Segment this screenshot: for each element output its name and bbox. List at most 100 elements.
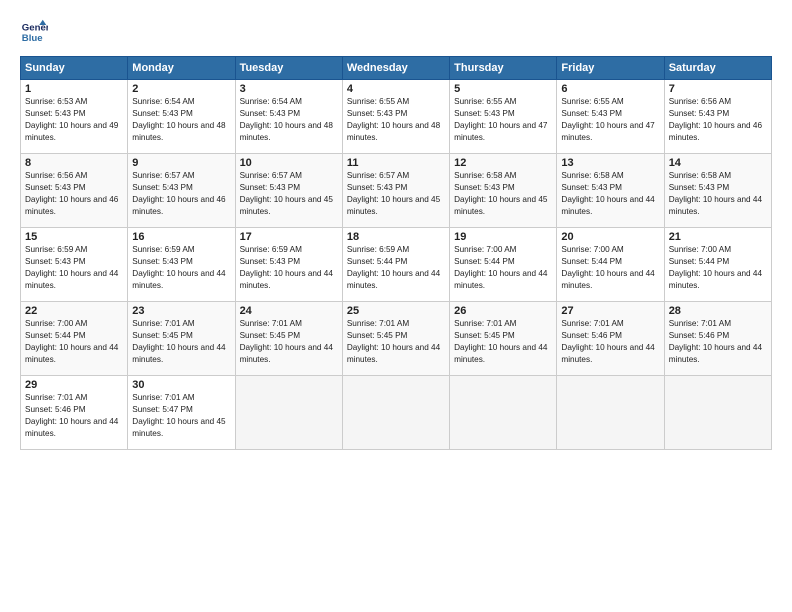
- day-number: 14: [669, 157, 767, 169]
- day-info: Sunrise: 6:55 AMSunset: 5:43 PMDaylight:…: [454, 96, 552, 144]
- day-cell: 4Sunrise: 6:55 AMSunset: 5:43 PMDaylight…: [342, 80, 449, 154]
- day-info: Sunrise: 6:58 AMSunset: 5:43 PMDaylight:…: [561, 170, 659, 218]
- day-info: Sunrise: 7:00 AMSunset: 5:44 PMDaylight:…: [25, 318, 123, 366]
- day-number: 23: [132, 305, 230, 317]
- day-number: 22: [25, 305, 123, 317]
- day-info: Sunrise: 6:59 AMSunset: 5:43 PMDaylight:…: [132, 244, 230, 292]
- day-info: Sunrise: 6:56 AMSunset: 5:43 PMDaylight:…: [669, 96, 767, 144]
- day-info: Sunrise: 6:57 AMSunset: 5:43 PMDaylight:…: [347, 170, 445, 218]
- day-number: 19: [454, 231, 552, 243]
- day-cell: [235, 376, 342, 450]
- day-info: Sunrise: 7:01 AMSunset: 5:45 PMDaylight:…: [454, 318, 552, 366]
- day-cell: 14Sunrise: 6:58 AMSunset: 5:43 PMDayligh…: [664, 154, 771, 228]
- day-number: 9: [132, 157, 230, 169]
- day-number: 26: [454, 305, 552, 317]
- day-info: Sunrise: 7:00 AMSunset: 5:44 PMDaylight:…: [561, 244, 659, 292]
- day-number: 12: [454, 157, 552, 169]
- day-info: Sunrise: 7:01 AMSunset: 5:45 PMDaylight:…: [132, 318, 230, 366]
- day-number: 30: [132, 379, 230, 391]
- calendar-table: Sunday Monday Tuesday Wednesday Thursday…: [20, 56, 772, 450]
- day-cell: 26Sunrise: 7:01 AMSunset: 5:45 PMDayligh…: [450, 302, 557, 376]
- day-cell: 9Sunrise: 6:57 AMSunset: 5:43 PMDaylight…: [128, 154, 235, 228]
- day-number: 13: [561, 157, 659, 169]
- day-number: 25: [347, 305, 445, 317]
- day-number: 1: [25, 83, 123, 95]
- day-number: 3: [240, 83, 338, 95]
- day-number: 24: [240, 305, 338, 317]
- day-cell: 25Sunrise: 7:01 AMSunset: 5:45 PMDayligh…: [342, 302, 449, 376]
- week-row-2: 8Sunrise: 6:56 AMSunset: 5:43 PMDaylight…: [21, 154, 772, 228]
- day-info: Sunrise: 7:01 AMSunset: 5:46 PMDaylight:…: [25, 392, 123, 440]
- day-info: Sunrise: 7:01 AMSunset: 5:46 PMDaylight:…: [561, 318, 659, 366]
- day-number: 2: [132, 83, 230, 95]
- day-info: Sunrise: 7:01 AMSunset: 5:46 PMDaylight:…: [669, 318, 767, 366]
- day-info: Sunrise: 6:57 AMSunset: 5:43 PMDaylight:…: [240, 170, 338, 218]
- day-cell: 2Sunrise: 6:54 AMSunset: 5:43 PMDaylight…: [128, 80, 235, 154]
- day-number: 20: [561, 231, 659, 243]
- day-info: Sunrise: 7:01 AMSunset: 5:45 PMDaylight:…: [240, 318, 338, 366]
- day-cell: [342, 376, 449, 450]
- day-info: Sunrise: 6:54 AMSunset: 5:43 PMDaylight:…: [240, 96, 338, 144]
- day-number: 5: [454, 83, 552, 95]
- day-cell: 8Sunrise: 6:56 AMSunset: 5:43 PMDaylight…: [21, 154, 128, 228]
- svg-text:Blue: Blue: [22, 33, 43, 44]
- day-cell: 7Sunrise: 6:56 AMSunset: 5:43 PMDaylight…: [664, 80, 771, 154]
- day-info: Sunrise: 6:55 AMSunset: 5:43 PMDaylight:…: [347, 96, 445, 144]
- day-number: 7: [669, 83, 767, 95]
- day-cell: 16Sunrise: 6:59 AMSunset: 5:43 PMDayligh…: [128, 228, 235, 302]
- th-thursday: Thursday: [450, 57, 557, 80]
- day-info: Sunrise: 6:57 AMSunset: 5:43 PMDaylight:…: [132, 170, 230, 218]
- day-info: Sunrise: 6:55 AMSunset: 5:43 PMDaylight:…: [561, 96, 659, 144]
- day-info: Sunrise: 6:58 AMSunset: 5:43 PMDaylight:…: [454, 170, 552, 218]
- day-cell: 5Sunrise: 6:55 AMSunset: 5:43 PMDaylight…: [450, 80, 557, 154]
- day-cell: 13Sunrise: 6:58 AMSunset: 5:43 PMDayligh…: [557, 154, 664, 228]
- day-number: 17: [240, 231, 338, 243]
- day-number: 4: [347, 83, 445, 95]
- day-info: Sunrise: 6:59 AMSunset: 5:44 PMDaylight:…: [347, 244, 445, 292]
- day-cell: [557, 376, 664, 450]
- day-cell: 23Sunrise: 7:01 AMSunset: 5:45 PMDayligh…: [128, 302, 235, 376]
- day-number: 10: [240, 157, 338, 169]
- logo-icon: General Blue: [20, 18, 48, 46]
- day-cell: [664, 376, 771, 450]
- week-row-5: 29Sunrise: 7:01 AMSunset: 5:46 PMDayligh…: [21, 376, 772, 450]
- week-row-3: 15Sunrise: 6:59 AMSunset: 5:43 PMDayligh…: [21, 228, 772, 302]
- day-info: Sunrise: 7:00 AMSunset: 5:44 PMDaylight:…: [454, 244, 552, 292]
- day-cell: 29Sunrise: 7:01 AMSunset: 5:46 PMDayligh…: [21, 376, 128, 450]
- day-number: 21: [669, 231, 767, 243]
- week-row-1: 1Sunrise: 6:53 AMSunset: 5:43 PMDaylight…: [21, 80, 772, 154]
- logo: General Blue: [20, 18, 52, 46]
- day-number: 16: [132, 231, 230, 243]
- th-sunday: Sunday: [21, 57, 128, 80]
- week-row-4: 22Sunrise: 7:00 AMSunset: 5:44 PMDayligh…: [21, 302, 772, 376]
- day-cell: 18Sunrise: 6:59 AMSunset: 5:44 PMDayligh…: [342, 228, 449, 302]
- header: General Blue: [20, 18, 772, 46]
- day-cell: 3Sunrise: 6:54 AMSunset: 5:43 PMDaylight…: [235, 80, 342, 154]
- day-cell: 10Sunrise: 6:57 AMSunset: 5:43 PMDayligh…: [235, 154, 342, 228]
- day-cell: 21Sunrise: 7:00 AMSunset: 5:44 PMDayligh…: [664, 228, 771, 302]
- th-tuesday: Tuesday: [235, 57, 342, 80]
- day-info: Sunrise: 6:56 AMSunset: 5:43 PMDaylight:…: [25, 170, 123, 218]
- day-number: 15: [25, 231, 123, 243]
- th-wednesday: Wednesday: [342, 57, 449, 80]
- day-cell: 19Sunrise: 7:00 AMSunset: 5:44 PMDayligh…: [450, 228, 557, 302]
- day-cell: 20Sunrise: 7:00 AMSunset: 5:44 PMDayligh…: [557, 228, 664, 302]
- day-number: 8: [25, 157, 123, 169]
- day-info: Sunrise: 7:01 AMSunset: 5:47 PMDaylight:…: [132, 392, 230, 440]
- day-cell: 17Sunrise: 6:59 AMSunset: 5:43 PMDayligh…: [235, 228, 342, 302]
- day-cell: 6Sunrise: 6:55 AMSunset: 5:43 PMDaylight…: [557, 80, 664, 154]
- day-number: 29: [25, 379, 123, 391]
- day-cell: 12Sunrise: 6:58 AMSunset: 5:43 PMDayligh…: [450, 154, 557, 228]
- day-number: 11: [347, 157, 445, 169]
- day-cell: 11Sunrise: 6:57 AMSunset: 5:43 PMDayligh…: [342, 154, 449, 228]
- day-cell: 24Sunrise: 7:01 AMSunset: 5:45 PMDayligh…: [235, 302, 342, 376]
- day-info: Sunrise: 6:53 AMSunset: 5:43 PMDaylight:…: [25, 96, 123, 144]
- day-cell: 15Sunrise: 6:59 AMSunset: 5:43 PMDayligh…: [21, 228, 128, 302]
- day-info: Sunrise: 7:01 AMSunset: 5:45 PMDaylight:…: [347, 318, 445, 366]
- day-number: 27: [561, 305, 659, 317]
- day-cell: 1Sunrise: 6:53 AMSunset: 5:43 PMDaylight…: [21, 80, 128, 154]
- th-saturday: Saturday: [664, 57, 771, 80]
- calendar-page: General Blue Sunday Monday Tuesday Wedne…: [0, 0, 792, 612]
- day-info: Sunrise: 6:59 AMSunset: 5:43 PMDaylight:…: [25, 244, 123, 292]
- day-number: 6: [561, 83, 659, 95]
